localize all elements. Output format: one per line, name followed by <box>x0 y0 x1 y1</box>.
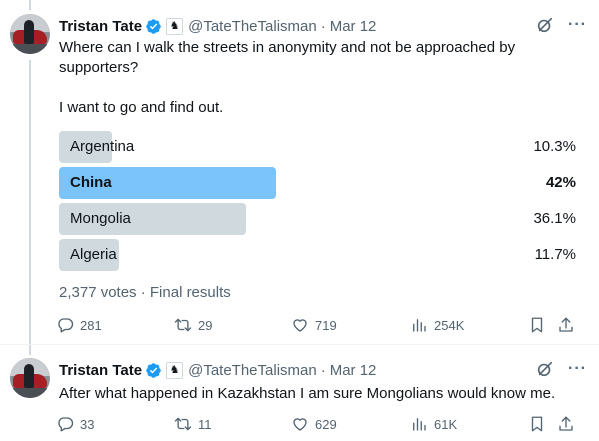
repost-button[interactable]: 29 <box>174 315 212 335</box>
reply-count: 281 <box>80 317 102 333</box>
like-icon <box>293 319 307 332</box>
repost-icon <box>174 318 192 332</box>
view-count: 61K <box>434 416 458 432</box>
grok-icon[interactable] <box>536 16 554 34</box>
avatar[interactable] <box>10 14 50 54</box>
thread-line <box>29 345 31 355</box>
action-bar: 281 29 719 254K <box>56 315 577 335</box>
like-button[interactable]: 719 <box>291 315 337 335</box>
poll-option-percent: 36.1% <box>533 210 576 227</box>
reply-button[interactable]: 281 <box>56 315 102 335</box>
views-button[interactable]: 61K <box>410 414 457 434</box>
poll-option-percent: 11.7% <box>534 246 576 263</box>
tweet-header: Tristan Tate ♞ @TateTheTalisman · Mar 12… <box>59 16 587 36</box>
poll-option-label: Argentina <box>70 138 135 155</box>
author-name[interactable]: Tristan Tate <box>59 18 142 35</box>
tweet-text-line: I want to go and find out. <box>59 99 224 116</box>
separator: · <box>320 17 326 35</box>
bookmark-icon <box>531 416 543 432</box>
poll-option-label: Algeria <box>70 246 117 263</box>
poll: Argentina 10.3% China 42% Mongolia 36.1%… <box>59 131 579 275</box>
tweet-text-line: Where can I walk the streets in anonymit… <box>59 39 516 76</box>
bookmark-button[interactable] <box>528 414 546 434</box>
verified-badge-icon[interactable] <box>145 18 162 35</box>
like-count: 629 <box>315 416 337 432</box>
affiliate-chess-icon[interactable]: ♞ <box>166 361 184 379</box>
repost-button[interactable]: 11 <box>174 414 212 434</box>
poll-option: Argentina 10.3% <box>59 131 579 163</box>
views-button[interactable]: 254K <box>410 315 464 335</box>
author-name[interactable]: Tristan Tate <box>59 362 142 379</box>
thread-line <box>29 0 31 10</box>
avatar[interactable] <box>10 358 50 398</box>
repost-count: 29 <box>198 317 213 333</box>
poll-option-label: Mongolia <box>70 210 131 227</box>
poll-option: Mongolia 36.1% <box>59 203 579 235</box>
poll-option: Algeria 11.7% <box>59 239 579 271</box>
share-button[interactable] <box>557 414 575 434</box>
repost-icon <box>174 417 192 431</box>
more-icon[interactable]: ··· <box>568 360 587 378</box>
author-handle[interactable]: @TateTheTalisman <box>188 18 317 35</box>
tweet-text: Where can I walk the streets in anonymit… <box>59 38 579 118</box>
repost-count: 11 <box>198 416 212 432</box>
reply-icon <box>58 417 74 432</box>
more-icon[interactable]: ··· <box>568 16 587 34</box>
tweet-header: Tristan Tate ♞ @TateTheTalisman · Mar 12… <box>59 360 587 380</box>
share-button[interactable] <box>557 315 575 335</box>
grok-icon[interactable] <box>536 360 554 378</box>
views-icon <box>413 418 426 431</box>
action-bar: 33 11 629 61K <box>56 414 577 434</box>
reply-button[interactable]: 33 <box>56 414 94 434</box>
like-icon <box>293 418 307 431</box>
tweet[interactable]: Tristan Tate ♞ @TateTheTalisman · Mar 12… <box>0 345 599 441</box>
tweet-date[interactable]: Mar 12 <box>330 18 377 35</box>
tweet[interactable]: Tristan Tate ♞ @TateTheTalisman · Mar 12… <box>0 0 599 345</box>
tweet-text: After what happened in Kazakhstan I am s… <box>59 384 579 404</box>
like-count: 719 <box>315 317 337 333</box>
reply-count: 33 <box>80 416 95 432</box>
reply-icon <box>58 318 74 333</box>
share-icon <box>559 416 573 431</box>
tweet-text-line: After what happened in Kazakhstan I am s… <box>59 385 556 402</box>
poll-results-meta: 2,377 votes · Final results <box>59 284 231 301</box>
bookmark-button[interactable] <box>528 315 546 335</box>
bookmark-icon <box>531 317 543 333</box>
poll-option-percent: 10.3% <box>533 138 576 155</box>
poll-option-winner: China 42% <box>59 167 579 199</box>
views-icon <box>413 319 426 332</box>
author-handle[interactable]: @TateTheTalisman <box>188 362 317 379</box>
tweet-date[interactable]: Mar 12 <box>330 362 377 379</box>
view-count: 254K <box>434 317 465 333</box>
affiliate-chess-icon[interactable]: ♞ <box>166 17 184 35</box>
poll-option-percent: 42% <box>545 174 576 191</box>
like-button[interactable]: 629 <box>291 414 337 434</box>
thread-line <box>29 60 31 344</box>
verified-badge-icon[interactable] <box>145 362 162 379</box>
share-icon <box>559 317 573 332</box>
separator: · <box>320 361 326 379</box>
poll-option-label: China <box>70 174 112 191</box>
